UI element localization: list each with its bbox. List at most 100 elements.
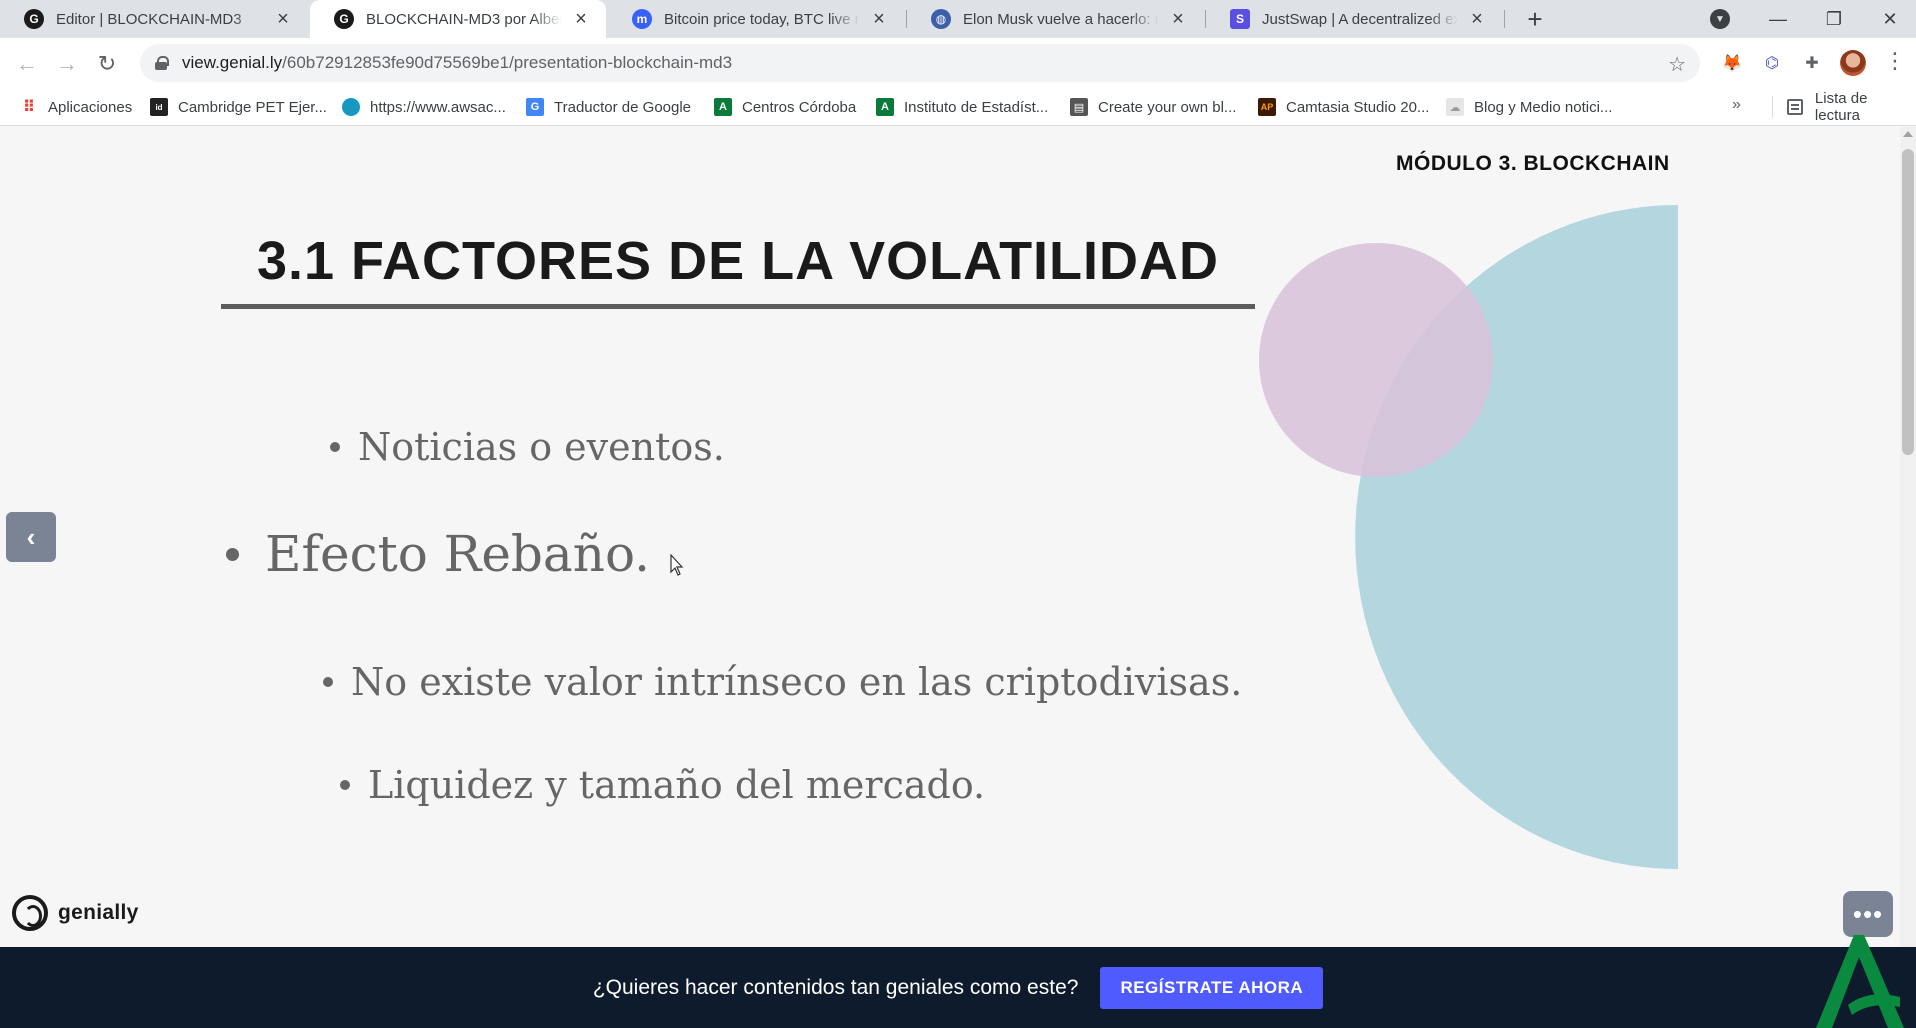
reload-icon[interactable]: ↻ bbox=[92, 49, 122, 79]
bookmarks-overflow-button[interactable]: » bbox=[1732, 96, 1741, 114]
restore-icon[interactable]: ❐ bbox=[1806, 0, 1862, 38]
globe-icon: ◍ bbox=[931, 9, 951, 29]
scrollbar-thumb[interactable] bbox=[1902, 149, 1914, 455]
previous-slide-button[interactable]: ‹ bbox=[6, 512, 56, 562]
slide-title: 3.1 FACTORES DE LA VOLATILIDAD bbox=[256, 231, 1220, 291]
bookmark-label: Centros Córdoba bbox=[742, 98, 857, 116]
title-underline bbox=[221, 304, 1255, 309]
justswap-icon: S bbox=[1230, 9, 1250, 29]
close-icon[interactable]: × bbox=[868, 8, 890, 30]
tab-title: JustSwap | A decentralized excha bbox=[1262, 10, 1458, 28]
tab-search-icon[interactable]: ▼ bbox=[1710, 9, 1730, 29]
browser-menu-icon[interactable]: ⋮ bbox=[1884, 50, 1906, 72]
close-icon[interactable]: × bbox=[1466, 8, 1488, 30]
more-dots-icon: ••• bbox=[1852, 899, 1884, 929]
coinmarketcap-icon: m bbox=[632, 9, 652, 29]
tab-elon-musk[interactable]: ◍ Elon Musk vuelve a hacerlo: un n × bbox=[907, 0, 1203, 38]
reading-list-button[interactable]: Lista de lectura bbox=[1772, 90, 1916, 124]
junta-andalucia-icon: A bbox=[714, 98, 732, 116]
banner-text: ¿Quieres hacer contenidos tan geniales c… bbox=[592, 975, 1079, 999]
tab-presentation[interactable]: G BLOCKCHAIN-MD3 por Alberto d × bbox=[310, 0, 606, 38]
browser-toolbar: ← → ↻ view.genial.ly/60b72912853fe90d755… bbox=[0, 38, 1916, 88]
genially-icon: G bbox=[24, 9, 44, 29]
url-path: /60b72912853fe90d75569be1/presentation-b… bbox=[282, 53, 733, 72]
bookmark-label: Cambridge PET Ejer... bbox=[178, 98, 327, 116]
junta-andalucia-logo-icon bbox=[1816, 935, 1904, 1028]
bullet-item: Noticias o eventos. bbox=[330, 425, 725, 469]
bookmark-create-blockchain[interactable]: ▤ Create your own bl... bbox=[1070, 96, 1236, 118]
bullet-dot-icon bbox=[330, 442, 340, 452]
bullet-dot-icon bbox=[226, 547, 239, 561]
scroll-up-icon[interactable] bbox=[1903, 131, 1913, 137]
bookmark-camtasia[interactable]: AP Camtasia Studio 20... bbox=[1258, 96, 1429, 118]
window-close-icon[interactable]: ✕ bbox=[1862, 0, 1916, 38]
bookmark-centros-cordoba[interactable]: A Centros Córdoba bbox=[714, 96, 856, 118]
tab-title: BLOCKCHAIN-MD3 por Alberto d bbox=[366, 10, 562, 28]
brand-name: genially bbox=[58, 901, 139, 924]
google-translate-icon: G bbox=[526, 98, 544, 116]
reading-list-icon bbox=[1787, 99, 1803, 115]
new-tab-button[interactable]: + bbox=[1520, 4, 1550, 34]
metamask-icon[interactable]: 🦊 bbox=[1720, 51, 1744, 75]
close-icon[interactable]: × bbox=[272, 8, 294, 30]
url-host: view.genial.ly bbox=[182, 53, 283, 72]
address-bar[interactable]: view.genial.ly/60b72912853fe90d75569be1/… bbox=[140, 44, 1700, 82]
bullet-text: Liquidez y tamaño del mercado. bbox=[368, 763, 986, 807]
tab-justswap[interactable]: S JustSwap | A decentralized excha × bbox=[1206, 0, 1502, 38]
bookmark-label: Blog y Medio notici... bbox=[1474, 98, 1613, 116]
tab-title: Editor | BLOCKCHAIN-MD3 bbox=[56, 10, 242, 28]
lock-icon[interactable] bbox=[154, 56, 169, 70]
bullet-dot-icon bbox=[340, 780, 350, 790]
bookmark-star-icon[interactable]: ☆ bbox=[1668, 52, 1686, 77]
chevron-left-icon: ‹ bbox=[26, 521, 36, 552]
apps-grid-icon: ⠿ bbox=[22, 99, 36, 116]
tab-strip: G Editor | BLOCKCHAIN-MD3 × G BLOCKCHAIN… bbox=[0, 0, 1916, 38]
tab-editor[interactable]: G Editor | BLOCKCHAIN-MD3 × bbox=[0, 0, 308, 38]
bullet-item: No existe valor intrínseco en las cripto… bbox=[323, 660, 1242, 704]
close-icon[interactable]: × bbox=[1167, 8, 1189, 30]
bookmark-label: Traductor de Google bbox=[554, 98, 692, 116]
url-text[interactable]: view.genial.ly/60b72912853fe90d75569be1/… bbox=[182, 53, 732, 73]
bullet-item: Liquidez y tamaño del mercado. bbox=[340, 763, 985, 807]
teal-half-circle bbox=[1355, 205, 1678, 869]
bookmark-label: Create your own bl... bbox=[1098, 98, 1237, 116]
profile-avatar[interactable] bbox=[1840, 50, 1866, 76]
presentation-viewer: MÓDULO 3. BLOCKCHAIN 3.1 FACTORES DE LA … bbox=[0, 127, 1916, 1028]
bullet-dot-icon bbox=[323, 677, 333, 687]
bookmark-label: Camtasia Studio 20... bbox=[1286, 98, 1430, 116]
cloud-icon: ☁ bbox=[1446, 98, 1464, 116]
bookmark-instituto-estadistica[interactable]: A Instituto de Estadíst... bbox=[876, 96, 1048, 118]
back-icon[interactable]: ← bbox=[12, 49, 42, 79]
minimize-icon[interactable]: — bbox=[1750, 0, 1806, 38]
ap-icon: AP bbox=[1258, 98, 1276, 116]
genially-brand[interactable]: genially bbox=[12, 895, 139, 931]
bookmark-label: https://www.awsac... bbox=[370, 98, 506, 116]
mouse-cursor-icon bbox=[670, 554, 684, 576]
genially-icon: G bbox=[334, 9, 354, 29]
bullet-item: Efecto Rebaño. bbox=[226, 525, 650, 583]
bookmark-google-translate[interactable]: G Traductor de Google bbox=[526, 96, 691, 118]
module-label: MÓDULO 3. BLOCKCHAIN bbox=[1396, 152, 1670, 175]
tab-bitcoin-price[interactable]: m Bitcoin price today, BTC live mark × bbox=[608, 0, 904, 38]
signup-banner: ¿Quieres hacer contenidos tan geniales c… bbox=[0, 947, 1916, 1028]
page-scrollbar[interactable] bbox=[1900, 127, 1916, 947]
bullet-text: No existe valor intrínseco en las cripto… bbox=[351, 660, 1243, 704]
idiom-icon: id bbox=[150, 98, 168, 116]
bookmark-cambridge[interactable]: id Cambridge PET Ejer... bbox=[150, 96, 327, 118]
lilac-circle bbox=[1259, 243, 1493, 477]
bookmark-blog-medio[interactable]: ☁ Blog y Medio notici... bbox=[1446, 96, 1612, 118]
close-icon[interactable]: × bbox=[570, 8, 592, 30]
junta-andalucia-icon: A bbox=[876, 98, 894, 116]
bookmark-aplicaciones[interactable]: ⠿ Aplicaciones bbox=[20, 96, 132, 118]
bookmark-awsac[interactable]: https://www.awsac... bbox=[342, 96, 506, 118]
register-button[interactable]: REGÍSTRATE AHORA bbox=[1100, 966, 1324, 1009]
tab-title: Elon Musk vuelve a hacerlo: un n bbox=[963, 10, 1159, 28]
bullet-text: Efecto Rebaño. bbox=[265, 525, 651, 583]
extensions-puzzle-icon[interactable]: ✚ bbox=[1800, 51, 1824, 75]
salesforce-cloud-icon bbox=[342, 98, 360, 116]
bullet-text: Noticias o eventos. bbox=[358, 425, 725, 469]
extension-ghost-icon[interactable]: ⌬ bbox=[1760, 51, 1784, 75]
bookmark-label: Instituto de Estadíst... bbox=[904, 98, 1049, 116]
bookmarks-bar: ⠿ Aplicaciones id Cambridge PET Ejer... … bbox=[0, 88, 1916, 126]
forward-icon[interactable]: → bbox=[52, 49, 82, 79]
